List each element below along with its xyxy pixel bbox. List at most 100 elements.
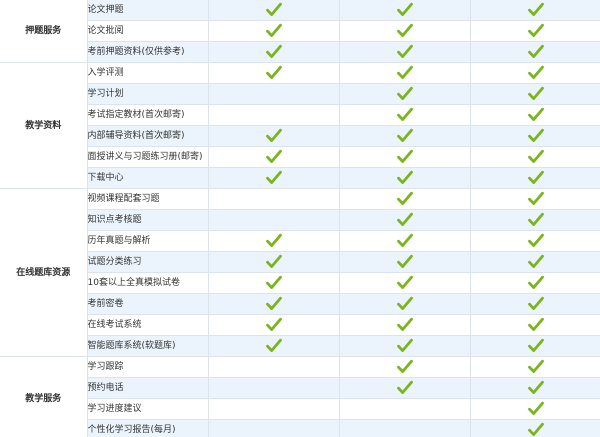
check-icon <box>527 2 544 17</box>
service-item-label: 入学评测 <box>86 62 209 84</box>
package-2-cell <box>338 83 471 105</box>
package-3-cell <box>469 83 600 105</box>
check-icon <box>265 338 282 353</box>
package-1-cell <box>207 377 340 399</box>
service-item-label: 面授讲义与习题练习册(邮寄) <box>87 146 209 168</box>
check-icon <box>527 317 544 332</box>
service-item-label: 在线考试系统 <box>87 314 209 336</box>
package-1-cell <box>207 314 340 336</box>
service-item-label: 智能题库系统(软题库) <box>87 335 209 357</box>
check-icon <box>265 254 282 269</box>
check-icon <box>527 275 544 290</box>
package-3-cell <box>469 293 600 315</box>
table-row: 考前押题资料(仅供参考) <box>0 41 600 63</box>
package-3-cell <box>469 41 600 63</box>
package-3-cell <box>469 356 600 378</box>
package-3-cell <box>469 146 600 168</box>
check-icon <box>396 191 413 206</box>
package-2-cell <box>338 335 471 357</box>
table-row: 智能题库系统(软题库) <box>0 335 600 357</box>
table-row: 历年真题与解析 <box>0 230 600 252</box>
check-icon <box>396 65 413 80</box>
package-3-cell <box>469 125 600 147</box>
package-1-cell <box>207 251 340 273</box>
package-2-cell <box>338 0 471 21</box>
check-icon <box>265 65 282 80</box>
package-1-cell <box>207 230 340 252</box>
check-icon <box>396 359 413 374</box>
package-2-cell <box>338 398 471 420</box>
service-item-label: 个性化学习报告(每月) <box>87 419 209 437</box>
service-item-label: 预约电话 <box>87 377 209 399</box>
check-icon <box>527 107 544 122</box>
table-row: 考前密卷 <box>0 293 600 315</box>
table-row: 教学服务 学习跟踪 <box>0 356 600 437</box>
service-item-label: 历年真题与解析 <box>87 230 209 252</box>
check-icon <box>265 275 282 290</box>
table-row: 在线题库资源 视频课程配套习题 <box>0 188 600 357</box>
package-3-cell <box>469 62 600 84</box>
package-2-cell <box>338 20 471 42</box>
package-1-cell <box>207 167 340 189</box>
service-item-label: 下载中心 <box>87 167 209 189</box>
check-icon <box>265 2 282 17</box>
category-label: 教学资料 <box>0 62 88 189</box>
check-icon <box>396 212 413 227</box>
package-1-cell <box>207 104 340 126</box>
category-label: 教学服务 <box>0 356 88 437</box>
service-item-label: 学习计划 <box>87 83 209 105</box>
check-icon <box>527 233 544 248</box>
check-icon <box>265 170 282 185</box>
check-icon <box>396 380 413 395</box>
package-1-cell <box>207 356 340 378</box>
package-1-cell <box>207 272 340 294</box>
check-icon <box>527 254 544 269</box>
check-icon <box>396 149 413 164</box>
check-icon <box>265 317 282 332</box>
check-icon <box>396 338 413 353</box>
table-row: 教学资料 入学评测 <box>0 62 600 189</box>
service-item-label: 学习进度建议 <box>87 398 209 420</box>
package-3-cell <box>469 251 600 273</box>
service-item-label: 学习跟踪 <box>86 356 209 378</box>
package-2-cell <box>338 293 471 315</box>
check-icon <box>265 296 282 311</box>
package-3-cell <box>469 230 600 252</box>
package-3-cell <box>469 188 600 210</box>
service-item-label: 视频课程配套习题 <box>86 188 209 210</box>
table-row: 知识点考核题 <box>0 209 600 231</box>
package-1-cell <box>207 419 340 437</box>
check-icon <box>396 23 413 38</box>
check-icon <box>527 380 544 395</box>
package-3-cell <box>469 398 600 420</box>
package-2-cell <box>338 209 471 231</box>
check-icon <box>396 2 413 17</box>
package-3-cell <box>469 209 600 231</box>
check-icon <box>396 86 413 101</box>
package-3-cell <box>469 20 600 42</box>
package-1-cell <box>207 41 340 63</box>
service-item-label: 试题分类练习 <box>87 251 209 273</box>
table-row: 预约电话 <box>0 377 600 399</box>
package-1-cell <box>207 398 340 420</box>
package-3-cell <box>469 0 600 21</box>
table-row: 10套以上全真模拟试卷 <box>0 272 600 294</box>
table-row: 个性化学习报告(每月) <box>0 419 600 437</box>
check-icon <box>396 296 413 311</box>
check-icon <box>527 65 544 80</box>
check-icon <box>396 233 413 248</box>
table-row: 在线考试系统 <box>0 314 600 336</box>
package-1-cell <box>207 62 340 84</box>
table-row: 内部辅导资料(首次邮寄) <box>0 125 600 147</box>
check-icon <box>396 317 413 332</box>
table-row: 面授讲义与习题练习册(邮寄) <box>0 146 600 168</box>
package-2-cell <box>338 104 471 126</box>
check-icon <box>265 233 282 248</box>
check-icon <box>527 86 544 101</box>
service-item-label: 考试指定教材(首次邮寄) <box>87 104 209 126</box>
package-2-cell <box>338 41 471 63</box>
package-2-cell <box>338 419 471 437</box>
package-3-cell <box>469 335 600 357</box>
package-2-cell <box>338 377 471 399</box>
package-2-cell <box>338 314 471 336</box>
